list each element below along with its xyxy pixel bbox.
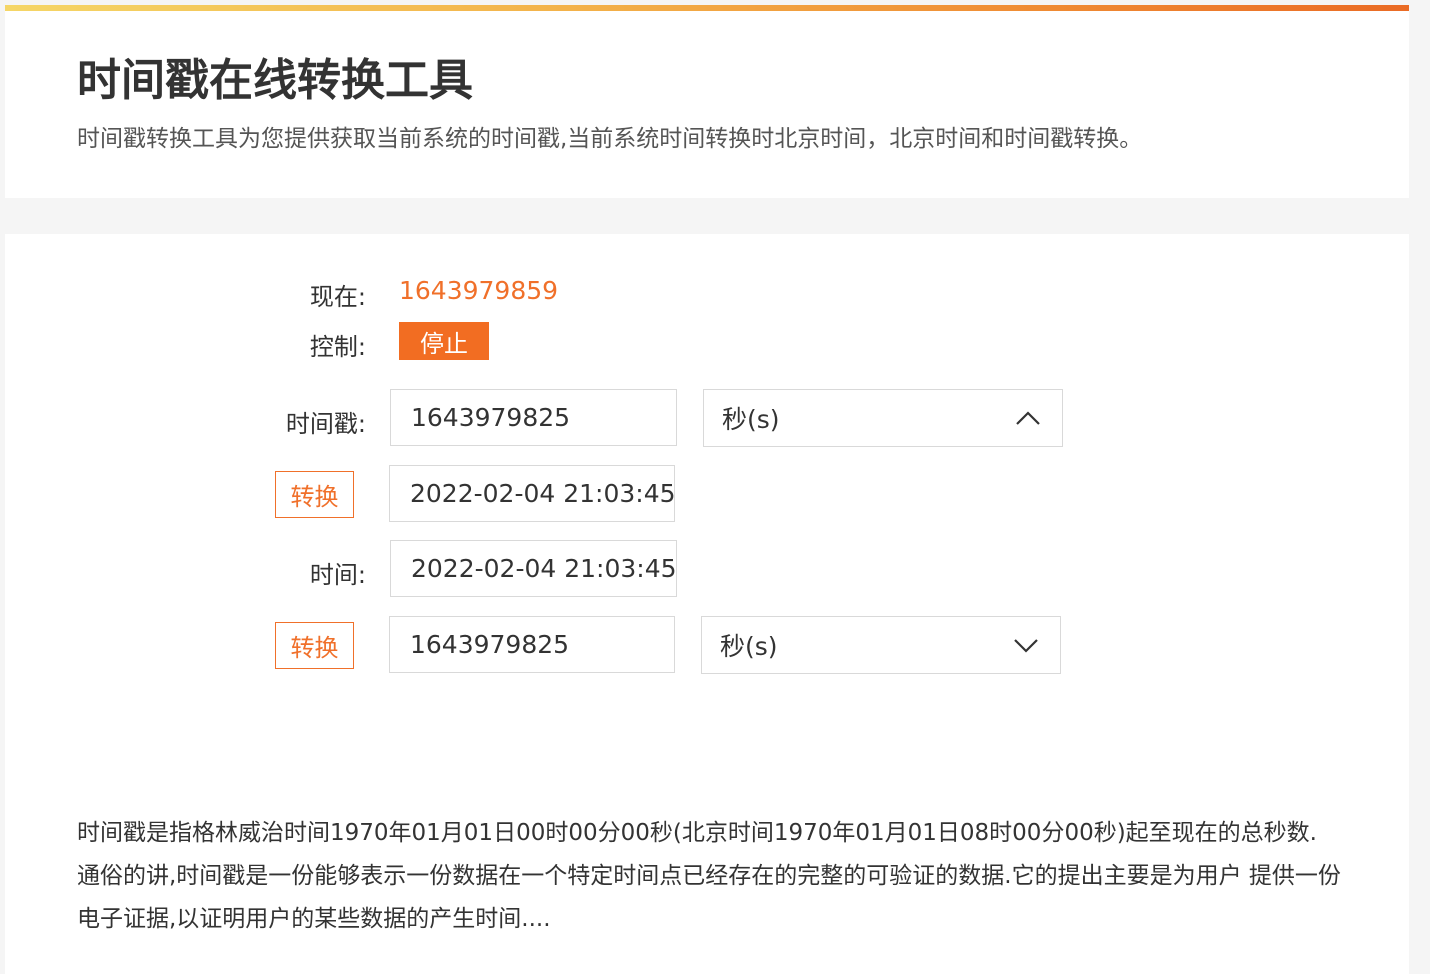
convert-to-time-button[interactable]: 转换 — [275, 471, 354, 518]
time-label: 时间: — [309, 561, 366, 589]
now-label: 现在: — [309, 283, 366, 311]
header-accent-bar — [5, 5, 1409, 11]
convert-to-timestamp-button[interactable]: 转换 — [275, 622, 354, 669]
timestamp-description: 时间戳是指格林威治时间1970年01月01日00时00分00秒(北京时间1970… — [77, 820, 1341, 932]
page-subtitle: 时间戳转换工具为您提供获取当前系统的时间戳,当前系统时间转换时北京时间，北京时间… — [77, 126, 1143, 152]
control-label: 控制: — [309, 333, 366, 361]
chevron-down-icon — [1014, 639, 1038, 653]
chevron-up-icon — [1016, 411, 1040, 425]
timestamp-unit-select[interactable]: 秒(s) — [703, 389, 1063, 447]
converted-timestamp-output[interactable]: 1643979825 — [389, 616, 675, 673]
result-unit-select[interactable]: 秒(s) — [701, 616, 1061, 674]
page-title: 时间戳在线转换工具 — [77, 55, 473, 106]
stop-button[interactable]: 停止 — [399, 322, 489, 360]
timestamp-label: 时间戳: — [285, 410, 366, 438]
timestamp-unit-value: 秒(s) — [722, 405, 780, 434]
current-timestamp: 1643979859 — [399, 276, 559, 305]
converted-time-output[interactable]: 2022-02-04 21:03:45 — [389, 465, 676, 522]
timestamp-input[interactable]: 1643979825 — [390, 389, 677, 446]
time-input[interactable]: 2022-02-04 21:03:45 — [390, 540, 677, 597]
result-unit-value: 秒(s) — [720, 632, 778, 661]
